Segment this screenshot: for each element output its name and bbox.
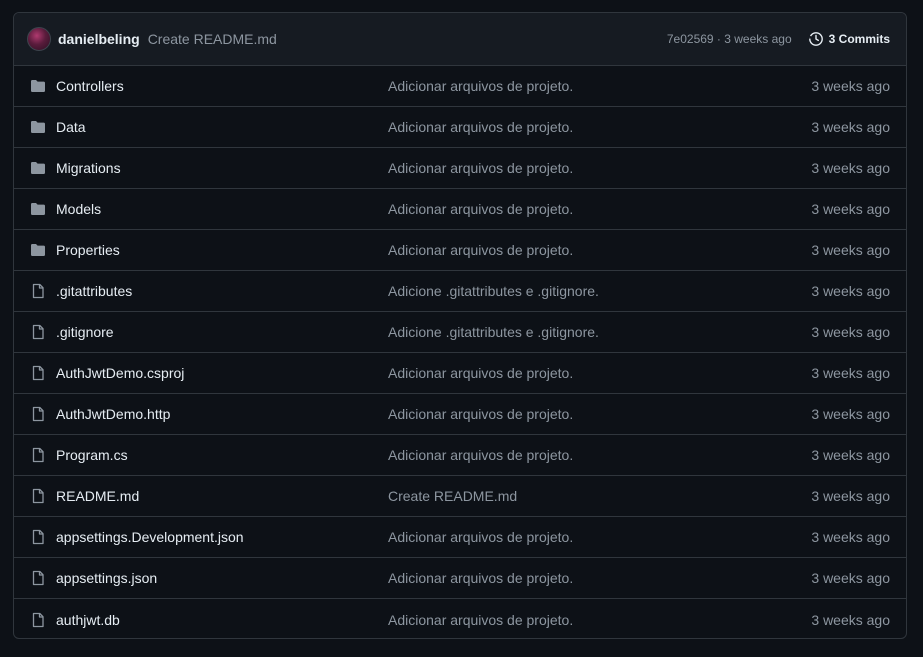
commit-hash-age[interactable]: 7e02569 · 3 weeks ago — [667, 32, 792, 46]
commit-age: 3 weeks ago — [811, 242, 890, 258]
file-icon — [30, 612, 46, 628]
commit-message-link[interactable]: Adicionar arquivos de projeto. — [388, 242, 811, 258]
file-name-link[interactable]: AuthJwtDemo.csproj — [56, 365, 388, 381]
file-icon — [30, 447, 46, 463]
commit-message-link[interactable]: Create README.md — [148, 31, 277, 47]
file-row[interactable]: Program.cs Adicionar arquivos de projeto.… — [14, 435, 906, 476]
file-name-link[interactable]: README.md — [56, 488, 388, 504]
file-name-link[interactable]: appsettings.json — [56, 570, 388, 586]
file-row[interactable]: Models Adicionar arquivos de projeto. 3 we… — [14, 189, 906, 230]
file-name-link[interactable]: .gitattributes — [56, 283, 388, 299]
commit-age: 3 weeks ago — [811, 447, 890, 463]
commit-message-link[interactable]: Adicionar arquivos de projeto. — [388, 406, 811, 422]
commit-message-link[interactable]: Adicionar arquivos de projeto. — [388, 365, 811, 381]
file-icon — [30, 283, 46, 299]
commit-message-link[interactable]: Adicione .gitattributes e .gitignore. — [388, 324, 811, 340]
file-icon — [30, 529, 46, 545]
file-row[interactable]: README.md Create README.md 3 weeks ago — [14, 476, 906, 517]
commit-message-link[interactable]: Adicionar arquivos de projeto. — [388, 612, 811, 628]
file-row[interactable]: .gitattributes Adicione .gitattributes e … — [14, 271, 906, 312]
file-name-link[interactable]: Properties — [56, 242, 388, 258]
commit-author-link[interactable]: danielbeling — [58, 31, 140, 47]
folder-icon — [30, 201, 46, 217]
file-name-link[interactable]: Migrations — [56, 160, 388, 176]
file-icon — [30, 570, 46, 586]
file-name-link[interactable]: Program.cs — [56, 447, 388, 463]
folder-icon — [30, 119, 46, 135]
commit-age: 3 weeks ago — [811, 570, 890, 586]
history-icon — [808, 32, 823, 46]
commit-message-link[interactable]: Adicionar arquivos de projeto. — [388, 119, 811, 135]
commit-age: 3 weeks ago — [811, 529, 890, 545]
latest-commit-bar: danielbeling Create README.md 7e02569 · … — [14, 13, 906, 66]
commit-age: 3 weeks ago — [811, 78, 890, 94]
file-row[interactable]: appsettings.Development.json Adicionar ar… — [14, 517, 906, 558]
file-name-link[interactable]: appsettings.Development.json — [56, 529, 388, 545]
file-row[interactable]: .gitignore Adicione .gitattributes e .git… — [14, 312, 906, 353]
commit-age: 3 weeks ago — [811, 365, 890, 381]
file-row[interactable]: AuthJwtDemo.csproj Adicionar arquivos de … — [14, 353, 906, 394]
commit-message-link[interactable]: Adicionar arquivos de projeto. — [388, 570, 811, 586]
commit-message-link[interactable]: Adicionar arquivos de projeto. — [388, 529, 811, 545]
commit-age: 3 weeks ago — [811, 406, 890, 422]
file-row[interactable]: AuthJwtDemo.http Adicionar arquivos de pr… — [14, 394, 906, 435]
file-row[interactable]: appsettings.json Adicionar arquivos de pr… — [14, 558, 906, 599]
file-browser: danielbeling Create README.md 7e02569 · … — [13, 12, 907, 639]
commit-age: 3 weeks ago — [811, 283, 890, 299]
file-name-link[interactable]: AuthJwtDemo.http — [56, 406, 388, 422]
commit-age: 3 weeks ago — [811, 611, 890, 628]
file-row[interactable]: Migrations Adicionar arquivos de projeto.… — [14, 148, 906, 189]
commits-count-label: 3 Commits — [828, 32, 890, 46]
file-row[interactable]: Properties Adicionar arquivos de projeto.… — [14, 230, 906, 271]
commit-age: 3 weeks ago — [811, 488, 890, 504]
folder-icon — [30, 160, 46, 176]
file-list: Controllers Adicionar arquivos de projeto… — [14, 66, 906, 638]
file-icon — [30, 365, 46, 381]
file-name-link[interactable]: Controllers — [56, 78, 388, 94]
file-name-link[interactable]: Models — [56, 201, 388, 217]
commit-age: 3 weeks ago — [811, 201, 890, 217]
file-row[interactable]: Data Adicionar arquivos de projeto. 3 week… — [14, 107, 906, 148]
folder-icon — [30, 242, 46, 258]
file-icon — [30, 324, 46, 340]
file-row[interactable]: authjwt.db Adicionar arquivos de projeto.… — [14, 599, 906, 638]
commit-message-link[interactable]: Create README.md — [388, 488, 811, 504]
file-icon — [30, 406, 46, 422]
file-name-link[interactable]: Data — [56, 119, 388, 135]
commit-age: 3 weeks ago — [811, 119, 890, 135]
commit-message-link[interactable]: Adicionar arquivos de projeto. — [388, 201, 811, 217]
avatar[interactable] — [27, 27, 51, 51]
commits-history-link[interactable]: 3 Commits — [808, 31, 890, 47]
file-name-link[interactable]: authjwt.db — [56, 612, 388, 628]
commit-age: 3 weeks ago — [811, 324, 890, 340]
commit-message-link[interactable]: Adicione .gitattributes e .gitignore. — [388, 283, 811, 299]
commit-message-link[interactable]: Adicionar arquivos de projeto. — [388, 447, 811, 463]
commit-message-link[interactable]: Adicionar arquivos de projeto. — [388, 160, 811, 176]
commit-message-link[interactable]: Adicionar arquivos de projeto. — [388, 78, 811, 94]
file-row[interactable]: Controllers Adicionar arquivos de projeto… — [14, 66, 906, 107]
commit-age: 3 weeks ago — [811, 160, 890, 176]
folder-icon — [30, 78, 46, 94]
file-name-link[interactable]: .gitignore — [56, 324, 388, 340]
file-icon — [30, 488, 46, 504]
